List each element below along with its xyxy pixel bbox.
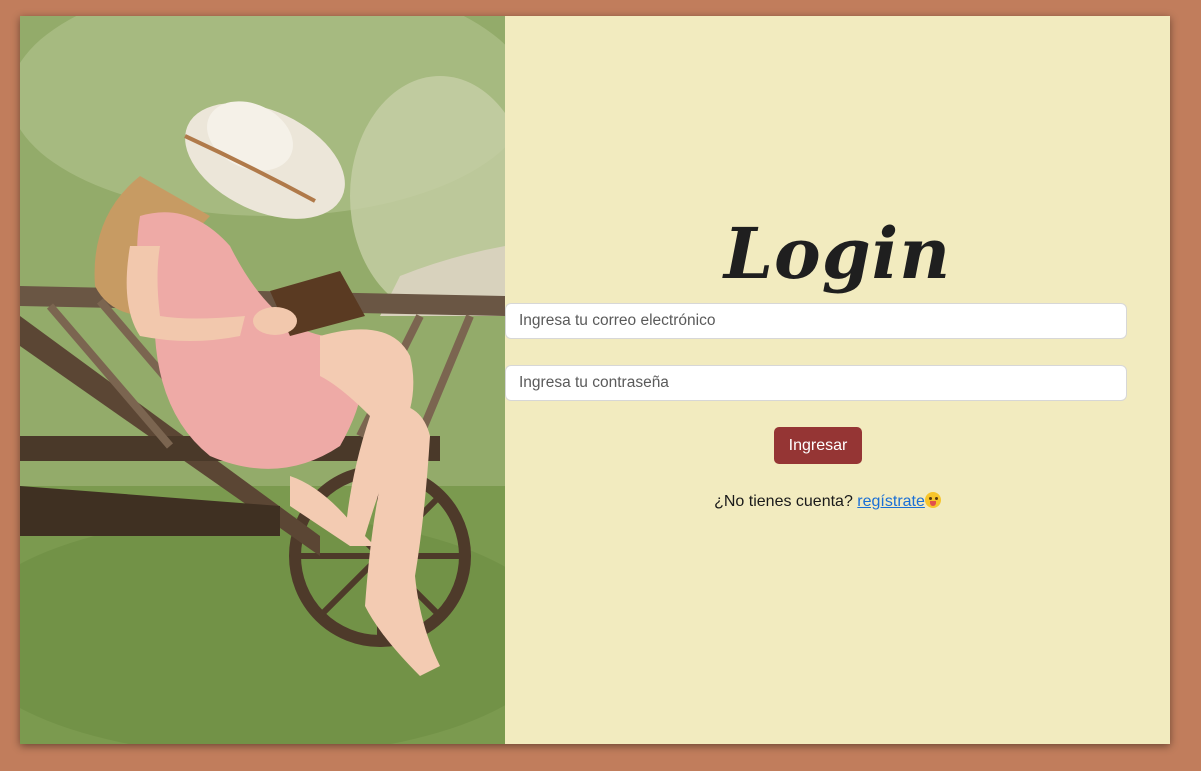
signup-link-label: regístrate: [857, 493, 925, 510]
password-field[interactable]: [505, 365, 1127, 401]
laughing-face-emoji-icon: [924, 492, 941, 508]
login-button[interactable]: Ingresar: [774, 427, 862, 464]
email-field[interactable]: [505, 303, 1127, 339]
signup-prompt: ¿No tienes cuenta? regístrate: [505, 492, 1150, 511]
page-title: Login: [723, 212, 952, 295]
signup-link[interactable]: regístrate: [857, 492, 941, 510]
hero-photo: [20, 16, 505, 744]
signup-prompt-text: ¿No tienes cuenta?: [714, 493, 853, 510]
